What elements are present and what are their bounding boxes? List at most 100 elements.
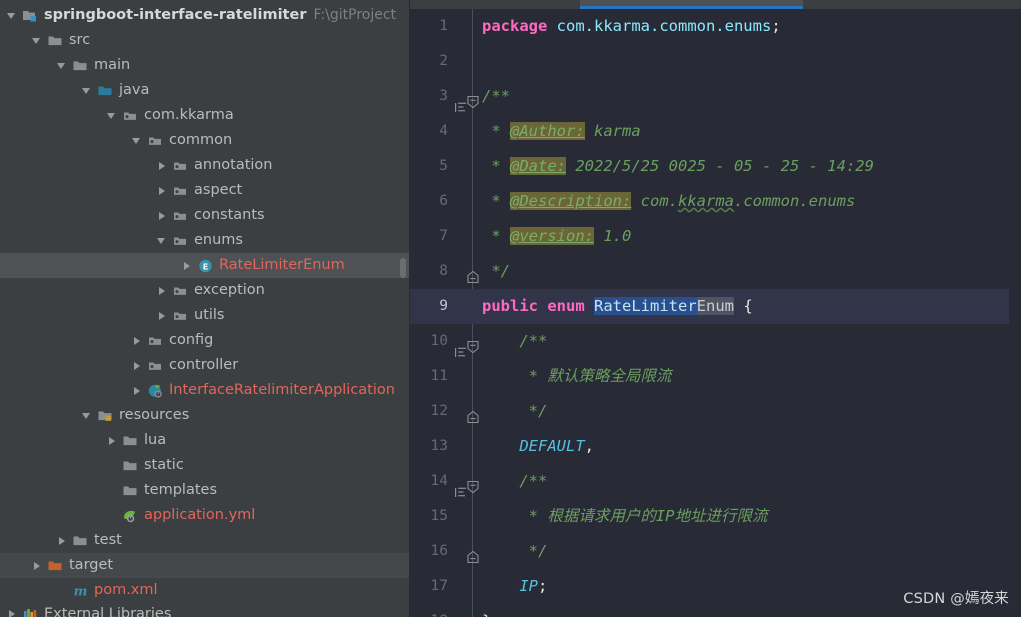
editor-tab-strip[interactable] — [410, 0, 1021, 9]
project-tree-scrollbar[interactable] — [400, 258, 406, 278]
tree-node-annotation[interactable]: annotation — [0, 153, 410, 178]
fold-collapse-icon[interactable] — [466, 88, 480, 109]
line-number: 17 — [430, 578, 448, 594]
package-icon — [147, 358, 164, 374]
chevron-down-icon[interactable] — [106, 109, 119, 122]
code-line[interactable]: 10 /** — [410, 324, 1021, 359]
code-line[interactable]: 4 * @Author: karma — [410, 114, 1021, 149]
fold-collapse-icon[interactable] — [466, 473, 480, 494]
chevron-right-icon[interactable] — [131, 359, 144, 372]
chevron-down-icon[interactable] — [6, 9, 19, 22]
chevron-right-icon[interactable] — [156, 284, 169, 297]
chevron-down-icon[interactable] — [81, 409, 94, 422]
code-token: /** — [482, 472, 548, 490]
tree-node-aspect[interactable]: aspect — [0, 178, 410, 203]
tree-node-pom-xml[interactable]: m pom.xml — [0, 578, 410, 603]
code-line[interactable]: 7 * @version: 1.0 — [410, 219, 1021, 254]
tree-node-label: RateLimiterEnum — [219, 257, 345, 273]
chevron-right-icon[interactable] — [131, 334, 144, 347]
chevron-down-icon[interactable] — [31, 34, 44, 47]
code-line[interactable]: 2 — [410, 44, 1021, 79]
code-token: * — [482, 157, 510, 175]
tree-node-test[interactable]: test — [0, 528, 410, 553]
tree-node-external-libraries[interactable]: External Libraries — [0, 603, 410, 617]
tree-node-constants[interactable]: constants — [0, 203, 410, 228]
tree-node-enums[interactable]: enums — [0, 228, 410, 253]
tree-node-lua[interactable]: lua — [0, 428, 410, 453]
chevron-down-icon[interactable] — [156, 234, 169, 247]
code-editor[interactable]: 1 package com.kkarma.common.enums; 2 3 /** 4 … — [410, 0, 1021, 617]
code-line[interactable]: 11 * 默认策略全局限流 — [410, 359, 1021, 394]
fold-end-icon[interactable] — [466, 263, 480, 284]
chevron-right-icon[interactable] — [131, 384, 144, 397]
editor-scrollbar[interactable] — [1009, 18, 1021, 617]
code-text: /** — [482, 464, 547, 499]
tree-node-templates[interactable]: templates — [0, 478, 410, 503]
tree-node-label: common — [169, 132, 233, 148]
chevron-right-icon[interactable] — [156, 159, 169, 172]
chevron-right-icon[interactable] — [56, 534, 69, 547]
tree-node-src[interactable]: src — [0, 28, 410, 53]
fold-end-icon[interactable] — [466, 403, 480, 424]
chevron-down-icon[interactable] — [56, 59, 69, 72]
external-libraries-icon — [22, 606, 39, 617]
code-line[interactable]: 5 * @Date: 2022/5/25 0025 - 05 - 25 - 14… — [410, 149, 1021, 184]
chevron-right-icon[interactable] — [156, 184, 169, 197]
package-icon — [147, 133, 164, 149]
code-token: package — [482, 17, 548, 35]
code-token: /** — [482, 87, 510, 105]
project-tool-window[interactable]: springboot-interface-ratelimiter F:\gitPr… — [0, 0, 410, 617]
tree-node-target[interactable]: target — [0, 553, 410, 578]
tree-node-config[interactable]: config — [0, 328, 410, 353]
code-lines[interactable]: 1 package com.kkarma.common.enums; 2 3 /** 4 … — [410, 9, 1021, 617]
tree-node-application-yml[interactable]: application.yml — [0, 503, 410, 528]
code-line[interactable]: 16 */ — [410, 534, 1021, 569]
code-line[interactable]: 13 DEFAULT, — [410, 429, 1021, 464]
tree-node-static[interactable]: static — [0, 453, 410, 478]
code-line[interactable]: 1 package com.kkarma.common.enums; — [410, 9, 1021, 44]
line-number: 13 — [430, 438, 448, 454]
enum-icon: E — [197, 258, 214, 274]
chevron-down-icon[interactable] — [131, 134, 144, 147]
chevron-right-icon[interactable] — [106, 434, 119, 447]
tree-node-resources[interactable]: resources — [0, 403, 410, 428]
code-line[interactable]: 15 * 根据请求用户的IP地址进行限流 — [410, 499, 1021, 534]
tree-node-label: test — [94, 532, 122, 548]
chevron-down-icon[interactable] — [81, 84, 94, 97]
tree-node-controller[interactable]: controller — [0, 353, 410, 378]
code-line[interactable]: 3 /** — [410, 79, 1021, 114]
code-text: */ — [482, 254, 510, 289]
tree-node-springboot-interface-ratelimiter[interactable]: springboot-interface-ratelimiter F:\gitPr… — [0, 3, 410, 28]
tree-node-exception[interactable]: exception — [0, 278, 410, 303]
chevron-right-icon[interactable] — [6, 608, 19, 617]
code-line[interactable]: 6 * @Description: com.kkarma.common.enum… — [410, 184, 1021, 219]
fold-end-icon[interactable] — [466, 543, 480, 564]
tree-node-com-kkarma[interactable]: com.kkarma — [0, 103, 410, 128]
project-tree[interactable]: springboot-interface-ratelimiter F:\gitPr… — [0, 0, 410, 617]
code-token: * — [482, 227, 510, 245]
editor-content[interactable]: 1 package com.kkarma.common.enums; 2 3 /** 4 … — [410, 9, 1021, 617]
code-token: ; — [538, 577, 548, 595]
code-line[interactable]: 14 /** — [410, 464, 1021, 499]
code-line[interactable]: 9 public enum RateLimiterEnum { — [410, 289, 1021, 324]
tree-node-java[interactable]: java — [0, 78, 410, 103]
tree-node-utils[interactable]: utils — [0, 303, 410, 328]
chevron-right-icon[interactable] — [156, 209, 169, 222]
tree-node-common[interactable]: common — [0, 128, 410, 153]
tree-node-interfaceratelimiterapplication[interactable]: InterfaceRatelimiterApplication — [0, 378, 410, 403]
folder-icon — [122, 458, 139, 474]
chevron-right-icon[interactable] — [31, 559, 44, 572]
code-token: ; — [771, 17, 781, 35]
fold-collapse-icon[interactable] — [466, 333, 480, 354]
code-token: @Description: — [510, 192, 632, 210]
code-line[interactable]: 8 */ — [410, 254, 1021, 289]
tree-node-main[interactable]: main — [0, 53, 410, 78]
tree-node-ratelimiterenum[interactable]: E RateLimiterEnum — [0, 253, 410, 278]
code-line[interactable]: 12 */ — [410, 394, 1021, 429]
chevron-right-icon[interactable] — [181, 259, 194, 272]
chevron-right-icon[interactable] — [156, 309, 169, 322]
code-token: * 根据请求用户的IP地址进行限流 — [482, 507, 768, 525]
